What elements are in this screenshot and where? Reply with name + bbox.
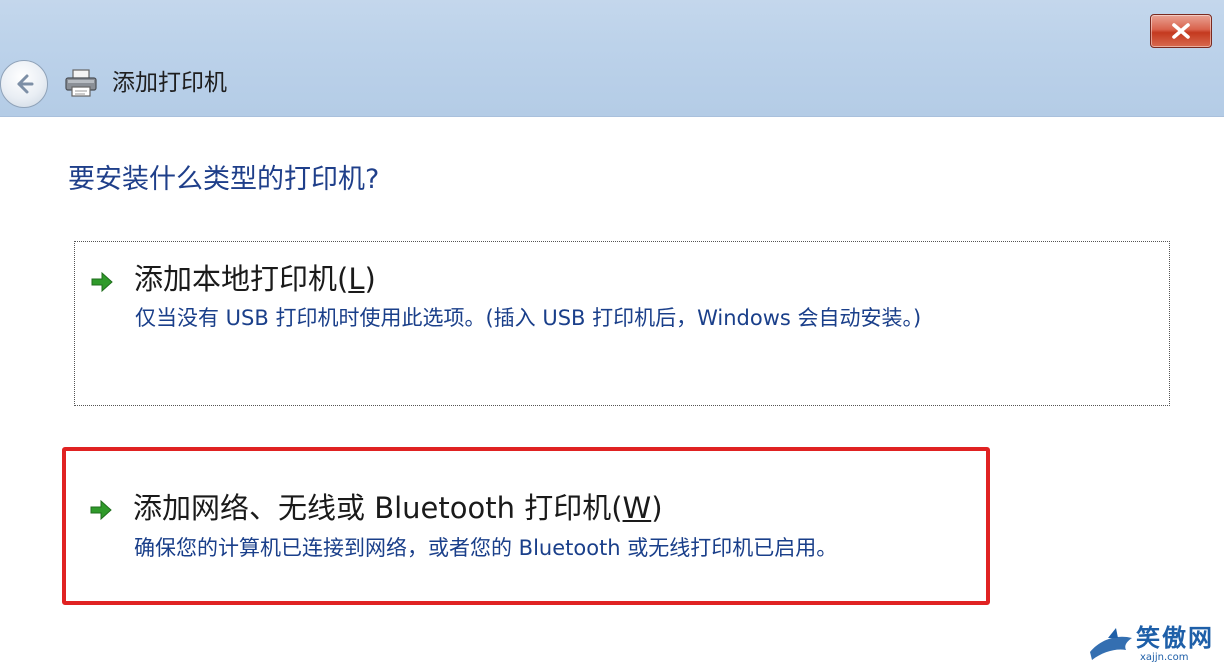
option-network-printer[interactable]: 添加网络、无线或 Bluetooth 打印机(W) 确保您的计算机已连接到网络，…: [62, 447, 990, 605]
green-arrow-icon: [90, 499, 112, 521]
close-button[interactable]: [1150, 14, 1212, 48]
back-button[interactable]: [0, 60, 48, 108]
close-icon: [1172, 23, 1190, 39]
option-local-title: 添加本地打印机(L): [134, 262, 376, 296]
printer-icon: [65, 69, 97, 97]
option-local-printer[interactable]: 添加本地打印机(L) 仅当没有 USB 打印机时使用此选项。(插入 USB 打印…: [74, 241, 1170, 406]
window-title: 添加打印机: [112, 70, 227, 96]
watermark-text: 笑傲网: [1136, 624, 1214, 652]
green-arrow-icon: [91, 271, 113, 293]
option-network-description: 确保您的计算机已连接到网络，或者您的 Bluetooth 或无线打印机已启用。: [134, 536, 838, 560]
watermark-url: xajjn.com: [1140, 652, 1189, 663]
option-local-description: 仅当没有 USB 打印机时使用此选项。(插入 USB 打印机后，Windows …: [135, 306, 922, 330]
option-network-title: 添加网络、无线或 Bluetooth 打印机(W): [133, 491, 663, 525]
back-arrow-icon: [17, 74, 34, 94]
title-bar: [0, 0, 1224, 117]
page-heading: 要安装什么类型的打印机?: [68, 164, 380, 195]
